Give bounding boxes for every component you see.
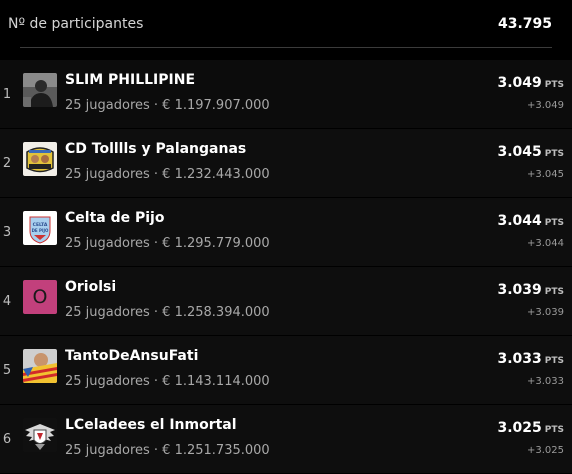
ranking-row[interactable]: 6 LCeladees el Inmortal 25 jugadores · €… xyxy=(0,405,572,474)
team-meta: 25 jugadores · € 1.258.394.000 xyxy=(65,305,270,320)
points-unit: PTS xyxy=(544,80,564,90)
team-meta: 25 jugadores · € 1.143.114.000 xyxy=(65,374,270,389)
celta-badge-icon: CELTA DE PIJO xyxy=(23,211,57,245)
team-name: SLIM PHILLIPINE xyxy=(65,72,196,88)
points-value: 3.044 xyxy=(497,213,542,229)
rank-number: 2 xyxy=(2,156,12,171)
ranking-row[interactable]: 5 TantoDeAnsuFati 25 jugadores · € 1.143… xyxy=(0,336,572,405)
team-points: 3.045 PTS xyxy=(497,144,564,160)
ranking-row[interactable]: 2 CD Tolllls y Palanganas 25 jugadores ·… xyxy=(0,129,572,198)
rank-number: 5 xyxy=(2,363,12,378)
avatar-letter: O xyxy=(23,280,57,314)
team-name: TantoDeAnsuFati xyxy=(65,348,199,364)
points-delta: +3.039 xyxy=(526,307,564,318)
points-delta: +3.049 xyxy=(526,100,564,111)
player-photo-icon xyxy=(23,73,57,107)
points-delta: +3.025 xyxy=(526,445,564,456)
team-meta: 25 jugadores · € 1.251.735.000 xyxy=(65,443,270,458)
participants-count: 43.795 xyxy=(497,16,552,32)
team-points: 3.033 PTS xyxy=(497,351,564,367)
participants-label: Nº de participantes xyxy=(8,16,144,32)
team-points: 3.025 PTS xyxy=(497,420,564,436)
rank-number: 4 xyxy=(2,294,12,309)
participants-header: Nº de participantes 43.795 xyxy=(0,0,572,50)
team-meta: 25 jugadores · € 1.197.907.000 xyxy=(65,98,270,113)
points-unit: PTS xyxy=(544,287,564,297)
winged-emblem-icon xyxy=(23,418,57,452)
team-name: Celta de Pijo xyxy=(65,210,165,226)
team-points: 3.039 PTS xyxy=(497,282,564,298)
divider xyxy=(20,47,552,48)
points-unit: PTS xyxy=(544,218,564,228)
ranking-list: 1 SLIM PHILLIPINE 25 jugadores · € 1.197… xyxy=(0,60,572,474)
points-value: 3.033 xyxy=(497,351,542,367)
points-unit: PTS xyxy=(544,149,564,159)
ranking-row[interactable]: 3 CELTA DE PIJO Celta de Pijo 25 jugador… xyxy=(0,198,572,267)
badge-text-bottom: DE PIJO xyxy=(32,228,49,233)
team-points: 3.044 PTS xyxy=(497,213,564,229)
team-points: 3.049 PTS xyxy=(497,75,564,91)
flag-person-icon xyxy=(23,349,57,383)
rank-number: 3 xyxy=(2,225,12,240)
points-delta: +3.044 xyxy=(526,238,564,249)
points-unit: PTS xyxy=(544,425,564,435)
points-unit: PTS xyxy=(544,356,564,366)
ranking-row[interactable]: 1 SLIM PHILLIPINE 25 jugadores · € 1.197… xyxy=(0,60,572,129)
team-meta: 25 jugadores · € 1.295.779.000 xyxy=(65,236,270,251)
points-delta: +3.033 xyxy=(526,376,564,387)
ranking-row[interactable]: 4 O Oriolsi 25 jugadores · € 1.258.394.0… xyxy=(0,267,572,336)
points-value: 3.049 xyxy=(497,75,542,91)
club-crest-icon xyxy=(23,142,57,176)
points-value: 3.025 xyxy=(497,420,542,436)
rank-number: 1 xyxy=(2,87,12,102)
team-name: LCeladees el Inmortal xyxy=(65,417,237,433)
team-name: Oriolsi xyxy=(65,279,117,295)
points-value: 3.045 xyxy=(497,144,542,160)
rank-number: 6 xyxy=(2,432,12,447)
points-value: 3.039 xyxy=(497,282,542,298)
letter-avatar-icon: O xyxy=(23,280,57,314)
team-meta: 25 jugadores · € 1.232.443.000 xyxy=(65,167,270,182)
points-delta: +3.045 xyxy=(526,169,564,180)
team-name: CD Tolllls y Palanganas xyxy=(65,141,247,157)
